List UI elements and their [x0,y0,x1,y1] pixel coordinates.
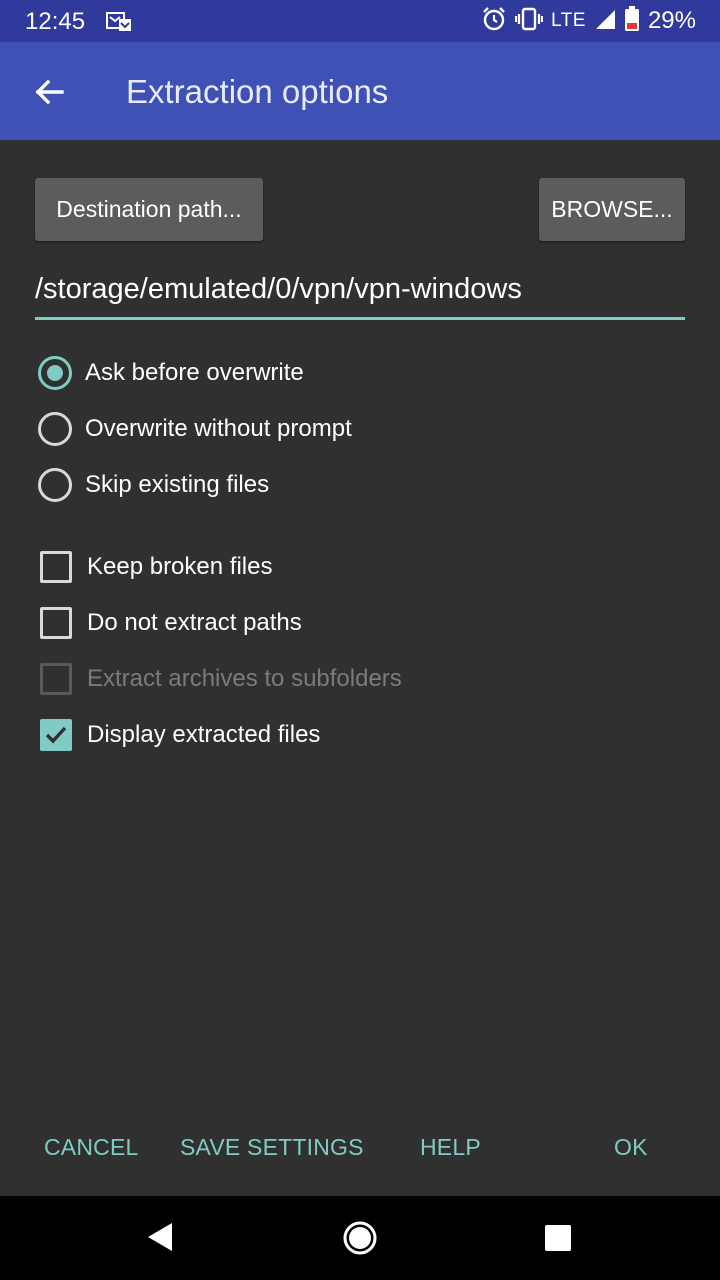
checkbox-label: Do not extract paths [87,609,302,636]
checkbox-label: Display extracted files [87,721,321,748]
help-button[interactable]: HELP [420,1134,481,1161]
message-icon [106,10,132,32]
nav-back-icon[interactable] [146,1221,174,1258]
checkbox[interactable] [40,607,72,639]
destination-path-input[interactable]: /storage/emulated/0/vpn/vpn-windows [35,270,685,306]
radio-button[interactable] [38,412,72,446]
checkbox-option-extract-archives-to-subfolders: Extract archives to subfolders [38,659,402,699]
radio-option-overwrite-without-prompt[interactable]: Overwrite without prompt [38,409,352,449]
destination-path-field[interactable]: /storage/emulated/0/vpn/vpn-windows [35,270,685,320]
save-settings-button[interactable]: SAVE SETTINGS [180,1134,364,1161]
checkbox-option-do-not-extract-paths[interactable]: Do not extract paths [38,603,302,643]
status-time: 12:45 [25,8,86,35]
navigation-bar [0,1196,720,1280]
battery-percent: 29% [647,7,696,34]
checkbox-label: Extract archives to subfolders [87,665,402,692]
radio-label: Skip existing files [85,471,270,498]
radio-option-ask-before-overwrite[interactable]: Ask before overwrite [38,353,304,393]
ok-button[interactable]: OK [614,1134,648,1161]
radio-label: Overwrite without prompt [85,415,352,442]
alarm-icon [481,6,507,37]
checkbox[interactable] [40,551,72,583]
nav-recents-icon[interactable] [545,1225,571,1251]
signal-icon [594,8,616,35]
nav-home-icon[interactable] [342,1220,378,1261]
radio-option-skip-existing-files[interactable]: Skip existing files [38,465,269,505]
network-type: LTE [551,10,586,31]
back-button[interactable] [24,67,74,117]
checkbox-label: Keep broken files [87,553,273,580]
checkbox-option-keep-broken-files[interactable]: Keep broken files [38,547,272,587]
checkbox-option-display-extracted-files[interactable]: Display extracted files [38,715,320,755]
checkbox-disabled [40,663,72,695]
radio-button-checked[interactable] [38,356,72,390]
input-underline [35,317,685,320]
status-bar: 12:45 LTE 29% [0,0,720,42]
radio-label: Ask before overwrite [85,359,304,386]
arrow-back-icon [35,79,64,105]
checkbox-checked[interactable] [40,719,72,751]
destination-path-button[interactable]: Destination path... [35,178,263,241]
app-bar: Extraction options [0,42,720,140]
browse-button[interactable]: BROWSE... [539,178,685,241]
radio-button[interactable] [38,468,72,502]
battery-icon [624,5,640,37]
page-title: Extraction options [126,73,389,110]
dialog-actions: CANCEL SAVE SETTINGS HELP OK [0,1124,720,1174]
checkmark-icon [45,726,67,744]
cancel-button[interactable]: CANCEL [44,1134,139,1161]
vibrate-icon [514,7,544,36]
